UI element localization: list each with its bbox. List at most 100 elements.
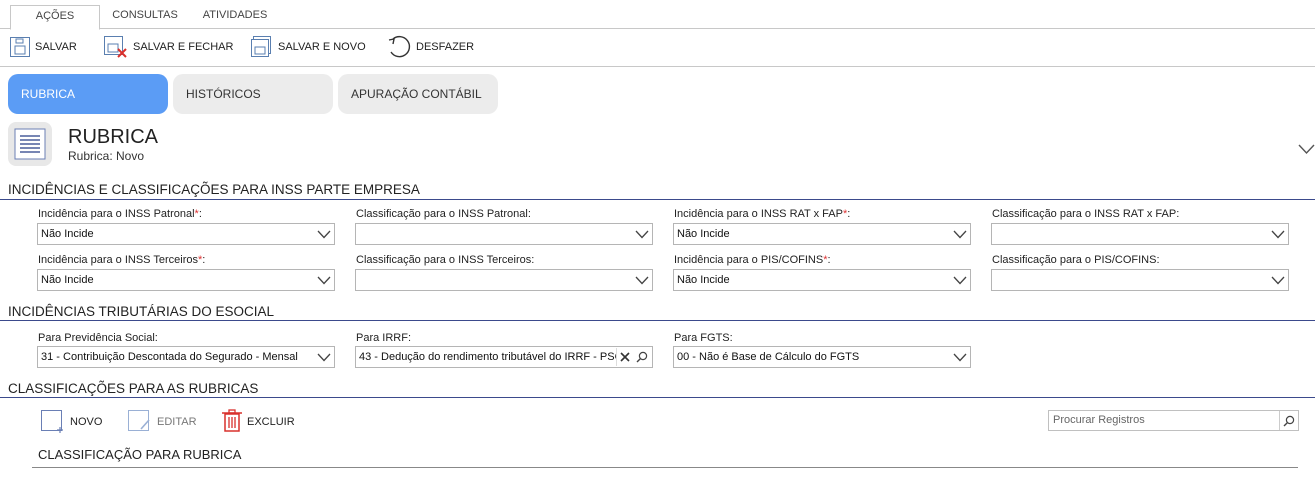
previdencia-select[interactable]: 31 - Contribuição Descontada do Segurado… bbox=[37, 346, 335, 368]
label-colon: : bbox=[531, 254, 535, 266]
new-record-icon bbox=[40, 409, 66, 436]
irrf-lookup[interactable]: 43 - Dedução do rendimento tributável do… bbox=[355, 346, 653, 368]
chevron-down-icon[interactable] bbox=[950, 224, 970, 244]
undo-button[interactable]: DESFAZER bbox=[386, 35, 474, 59]
select-value: Não Incide bbox=[677, 228, 730, 240]
label-colon: : bbox=[1156, 254, 1160, 266]
irrf-value: 43 - Dedução do rendimento tributável do… bbox=[359, 351, 617, 363]
section-inss-title: INCIDÊNCIAS E CLASSIFICAÇÕES PARA INSS P… bbox=[8, 182, 420, 197]
chevron-down-icon[interactable] bbox=[950, 270, 970, 290]
field-label-text: Classificação para o INSS Terceiros bbox=[356, 254, 532, 266]
save-button[interactable]: SALVAR bbox=[9, 35, 77, 59]
undo-icon bbox=[386, 34, 412, 60]
pis-cofins-label: Incidência para o PIS/COFINS*: bbox=[674, 254, 831, 266]
label-colon: : bbox=[198, 208, 202, 220]
chevron-down-icon[interactable] bbox=[1298, 142, 1315, 160]
irrf-label: Para IRRF: bbox=[356, 332, 412, 344]
document-list-icon bbox=[8, 122, 52, 166]
fgts-value: 00 - Não é Base de Cálculo do FGTS bbox=[677, 351, 860, 363]
save-close-icon bbox=[103, 35, 129, 59]
section-divider bbox=[0, 320, 1315, 321]
label-colon: : bbox=[202, 254, 206, 266]
page-subtitle: Rubrica: Novo bbox=[68, 149, 145, 163]
class-inss-terceiros-select[interactable] bbox=[355, 269, 653, 291]
field-label-text: Incidência para o INSS Terceiros bbox=[38, 254, 198, 266]
class-inss-rat-fap-label: Classificação para o INSS RAT x FAP: bbox=[992, 208, 1179, 220]
grid-header-divider bbox=[32, 467, 1298, 468]
edit-icon bbox=[127, 409, 153, 436]
select-value: Não Incide bbox=[677, 274, 730, 286]
chevron-down-icon[interactable] bbox=[950, 347, 970, 367]
chevron-down-icon[interactable] bbox=[314, 347, 334, 367]
section-esocial-title: INCIDÊNCIAS TRIBUTÁRIAS DO ESOCIAL bbox=[8, 304, 275, 319]
inss-terceiros-label: Incidência para o INSS Terceiros*: bbox=[38, 254, 205, 266]
inss-terceiros-select[interactable]: Não Incide bbox=[37, 269, 335, 291]
undo-label: DESFAZER bbox=[416, 41, 475, 53]
field-label-text: Classificação para o INSS RAT x FAP bbox=[992, 208, 1177, 220]
field-label-text: Incidência para o PIS/COFINS bbox=[674, 254, 824, 266]
save-new-icon bbox=[250, 35, 274, 59]
previdencia-label: Para Previdência Social: bbox=[38, 332, 158, 344]
save-close-button[interactable]: SALVAR E FECHAR bbox=[103, 35, 233, 59]
search-icon[interactable] bbox=[634, 348, 650, 366]
class-inss-terceiros-label: Classificação para o INSS Terceiros: bbox=[356, 254, 534, 266]
tab-historicos[interactable]: HISTÓRICOS bbox=[173, 74, 333, 114]
class-inss-patronal-label: Classificação para o INSS Patronal: bbox=[356, 208, 531, 220]
class-pis-cofins-label: Classificação para o PIS/COFINS: bbox=[992, 254, 1160, 266]
new-label: NOVO bbox=[70, 416, 103, 428]
save-new-button[interactable]: SALVAR E NOVO bbox=[250, 35, 366, 59]
label-colon: : bbox=[847, 208, 851, 220]
tab-apuracao-contabil[interactable]: APURAÇÃO CONTÁBIL bbox=[338, 74, 498, 114]
search-placeholder: Procurar Registros bbox=[1053, 414, 1145, 426]
clear-icon[interactable] bbox=[616, 348, 632, 366]
field-label-text: Classificação para o INSS Patronal bbox=[356, 208, 528, 220]
label-colon: : bbox=[827, 254, 831, 266]
search-icon[interactable] bbox=[1279, 411, 1297, 430]
grid-column-header: CLASSIFICAÇÃO PARA RUBRICA bbox=[38, 447, 242, 462]
inss-patronal-select[interactable]: Não Incide bbox=[37, 223, 335, 245]
save-label: SALVAR bbox=[35, 41, 77, 53]
edit-label: EDITAR bbox=[157, 416, 197, 428]
chevron-down-icon[interactable] bbox=[1268, 270, 1288, 290]
save-new-label: SALVAR E NOVO bbox=[278, 41, 366, 53]
tab-rubrica[interactable]: RUBRICA bbox=[8, 74, 168, 114]
section-divider bbox=[0, 397, 1315, 398]
label-colon: : bbox=[1176, 208, 1180, 220]
trash-icon bbox=[221, 408, 243, 436]
fgts-select[interactable]: 00 - Não é Base de Cálculo do FGTS bbox=[673, 346, 971, 368]
label-colon: : bbox=[527, 208, 531, 220]
class-inss-rat-fap-select[interactable] bbox=[991, 223, 1289, 245]
new-button[interactable]: NOVO bbox=[40, 409, 102, 435]
inss-rat-fap-label: Incidência para o INSS RAT x FAP*: bbox=[674, 208, 850, 220]
chevron-down-icon[interactable] bbox=[632, 224, 652, 244]
class-inss-patronal-select[interactable] bbox=[355, 223, 653, 245]
section-classificacoes-title: CLASSIFICAÇÕES PARA AS RUBRICAS bbox=[8, 381, 259, 396]
select-value: Não Incide bbox=[41, 228, 94, 240]
delete-label: EXCLUIR bbox=[247, 416, 295, 428]
previdencia-value: 31 - Contribuição Descontada do Segurado… bbox=[41, 351, 298, 363]
chevron-down-icon[interactable] bbox=[1268, 224, 1288, 244]
field-label-text: Classificação para o PIS/COFINS bbox=[992, 254, 1157, 266]
delete-button[interactable]: EXCLUIR bbox=[221, 408, 295, 436]
search-input[interactable]: Procurar Registros bbox=[1048, 410, 1299, 431]
chevron-down-icon[interactable] bbox=[314, 270, 334, 290]
edit-button[interactable]: EDITAR bbox=[127, 409, 197, 435]
tab-acoes[interactable]: AÇÕES bbox=[10, 5, 100, 30]
field-label-text: Incidência para o INSS RAT x FAP bbox=[674, 208, 843, 220]
chevron-down-icon[interactable] bbox=[314, 224, 334, 244]
field-label-text: Incidência para o INSS Patronal bbox=[38, 208, 195, 220]
action-toolbar: SALVAR SALVAR E FECHAR SALVAR E NOVO DES… bbox=[0, 29, 1315, 67]
fgts-label: Para FGTS: bbox=[674, 332, 733, 344]
save-icon bbox=[9, 36, 31, 58]
pis-cofins-select[interactable]: Não Incide bbox=[673, 269, 971, 291]
save-close-label: SALVAR E FECHAR bbox=[133, 41, 234, 53]
inss-rat-fap-select[interactable]: Não Incide bbox=[673, 223, 971, 245]
select-value: Não Incide bbox=[41, 274, 94, 286]
tab-consultas[interactable]: CONSULTAS bbox=[108, 5, 182, 29]
page-title: RUBRICA bbox=[68, 126, 159, 148]
class-pis-cofins-select[interactable] bbox=[991, 269, 1289, 291]
chevron-down-icon[interactable] bbox=[632, 270, 652, 290]
top-tab-bar: AÇÕES CONSULTAS ATIVIDADES bbox=[0, 0, 1315, 30]
tab-atividades[interactable]: ATIVIDADES bbox=[196, 5, 274, 29]
inss-patronal-label: Incidência para o INSS Patronal*: bbox=[38, 208, 202, 220]
